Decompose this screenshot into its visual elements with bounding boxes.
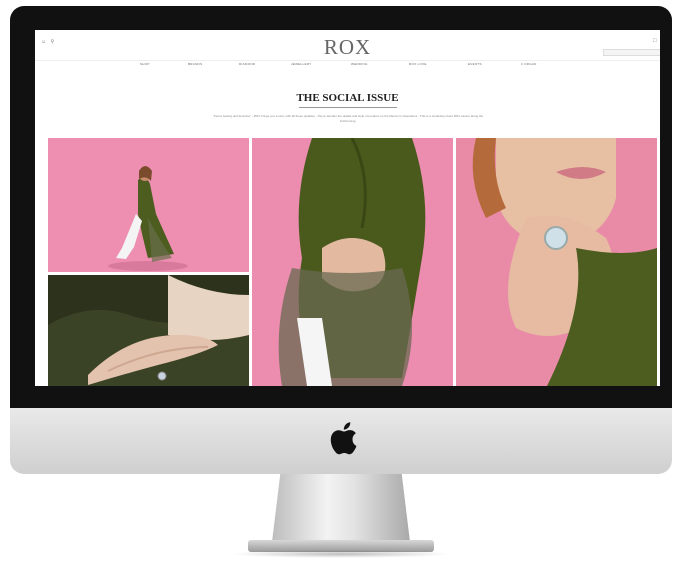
- photo-hand-ring-illustration: [48, 275, 249, 386]
- bag-icon[interactable]: □: [653, 38, 657, 44]
- stand-shadow: [230, 550, 452, 558]
- screen: ☺ ⚲ ROX □ SHOP BRANDS DIAMOND JEWELLERY …: [35, 30, 660, 386]
- photo-hand-ring-closeup[interactable]: [48, 275, 249, 386]
- photo-green-dress-illustration: [252, 138, 453, 386]
- search-input[interactable]: [603, 49, 660, 56]
- page-title: THE SOCIAL ISSUE: [296, 92, 399, 104]
- nav-item-diamond[interactable]: DIAMOND: [239, 62, 255, 66]
- nav-item-rox-love[interactable]: ROX LOVE: [409, 62, 427, 66]
- nav-item-3-organ[interactable]: 3 ORGAN: [521, 62, 537, 66]
- site-logo[interactable]: ROX: [35, 35, 660, 60]
- main-nav: SHOP BRANDS DIAMOND JEWELLERY WEDDING RO…: [35, 60, 660, 69]
- nav-item-jewellery[interactable]: JEWELLERY: [291, 62, 312, 66]
- photo-face-ring-closeup[interactable]: [456, 138, 657, 386]
- photo-model-pink-illustration: [48, 138, 249, 272]
- nav-item-events[interactable]: EVENTS: [468, 62, 482, 66]
- monitor-stand: [272, 474, 410, 542]
- nav-item-brands[interactable]: BRANDS: [188, 62, 202, 66]
- photo-model-green-dress[interactable]: [252, 138, 453, 386]
- title-divider: [299, 107, 397, 108]
- photo-model-pink-backdrop[interactable]: [48, 138, 249, 272]
- nav-item-shop[interactable]: SHOP: [140, 62, 150, 66]
- apple-logo-icon: [330, 422, 357, 455]
- nav-item-wedding[interactable]: WEDDING: [351, 62, 368, 66]
- photo-face-ring-illustration: [456, 138, 657, 386]
- page-intro: "Fierce feeling and feminine" - ROX brin…: [212, 114, 484, 123]
